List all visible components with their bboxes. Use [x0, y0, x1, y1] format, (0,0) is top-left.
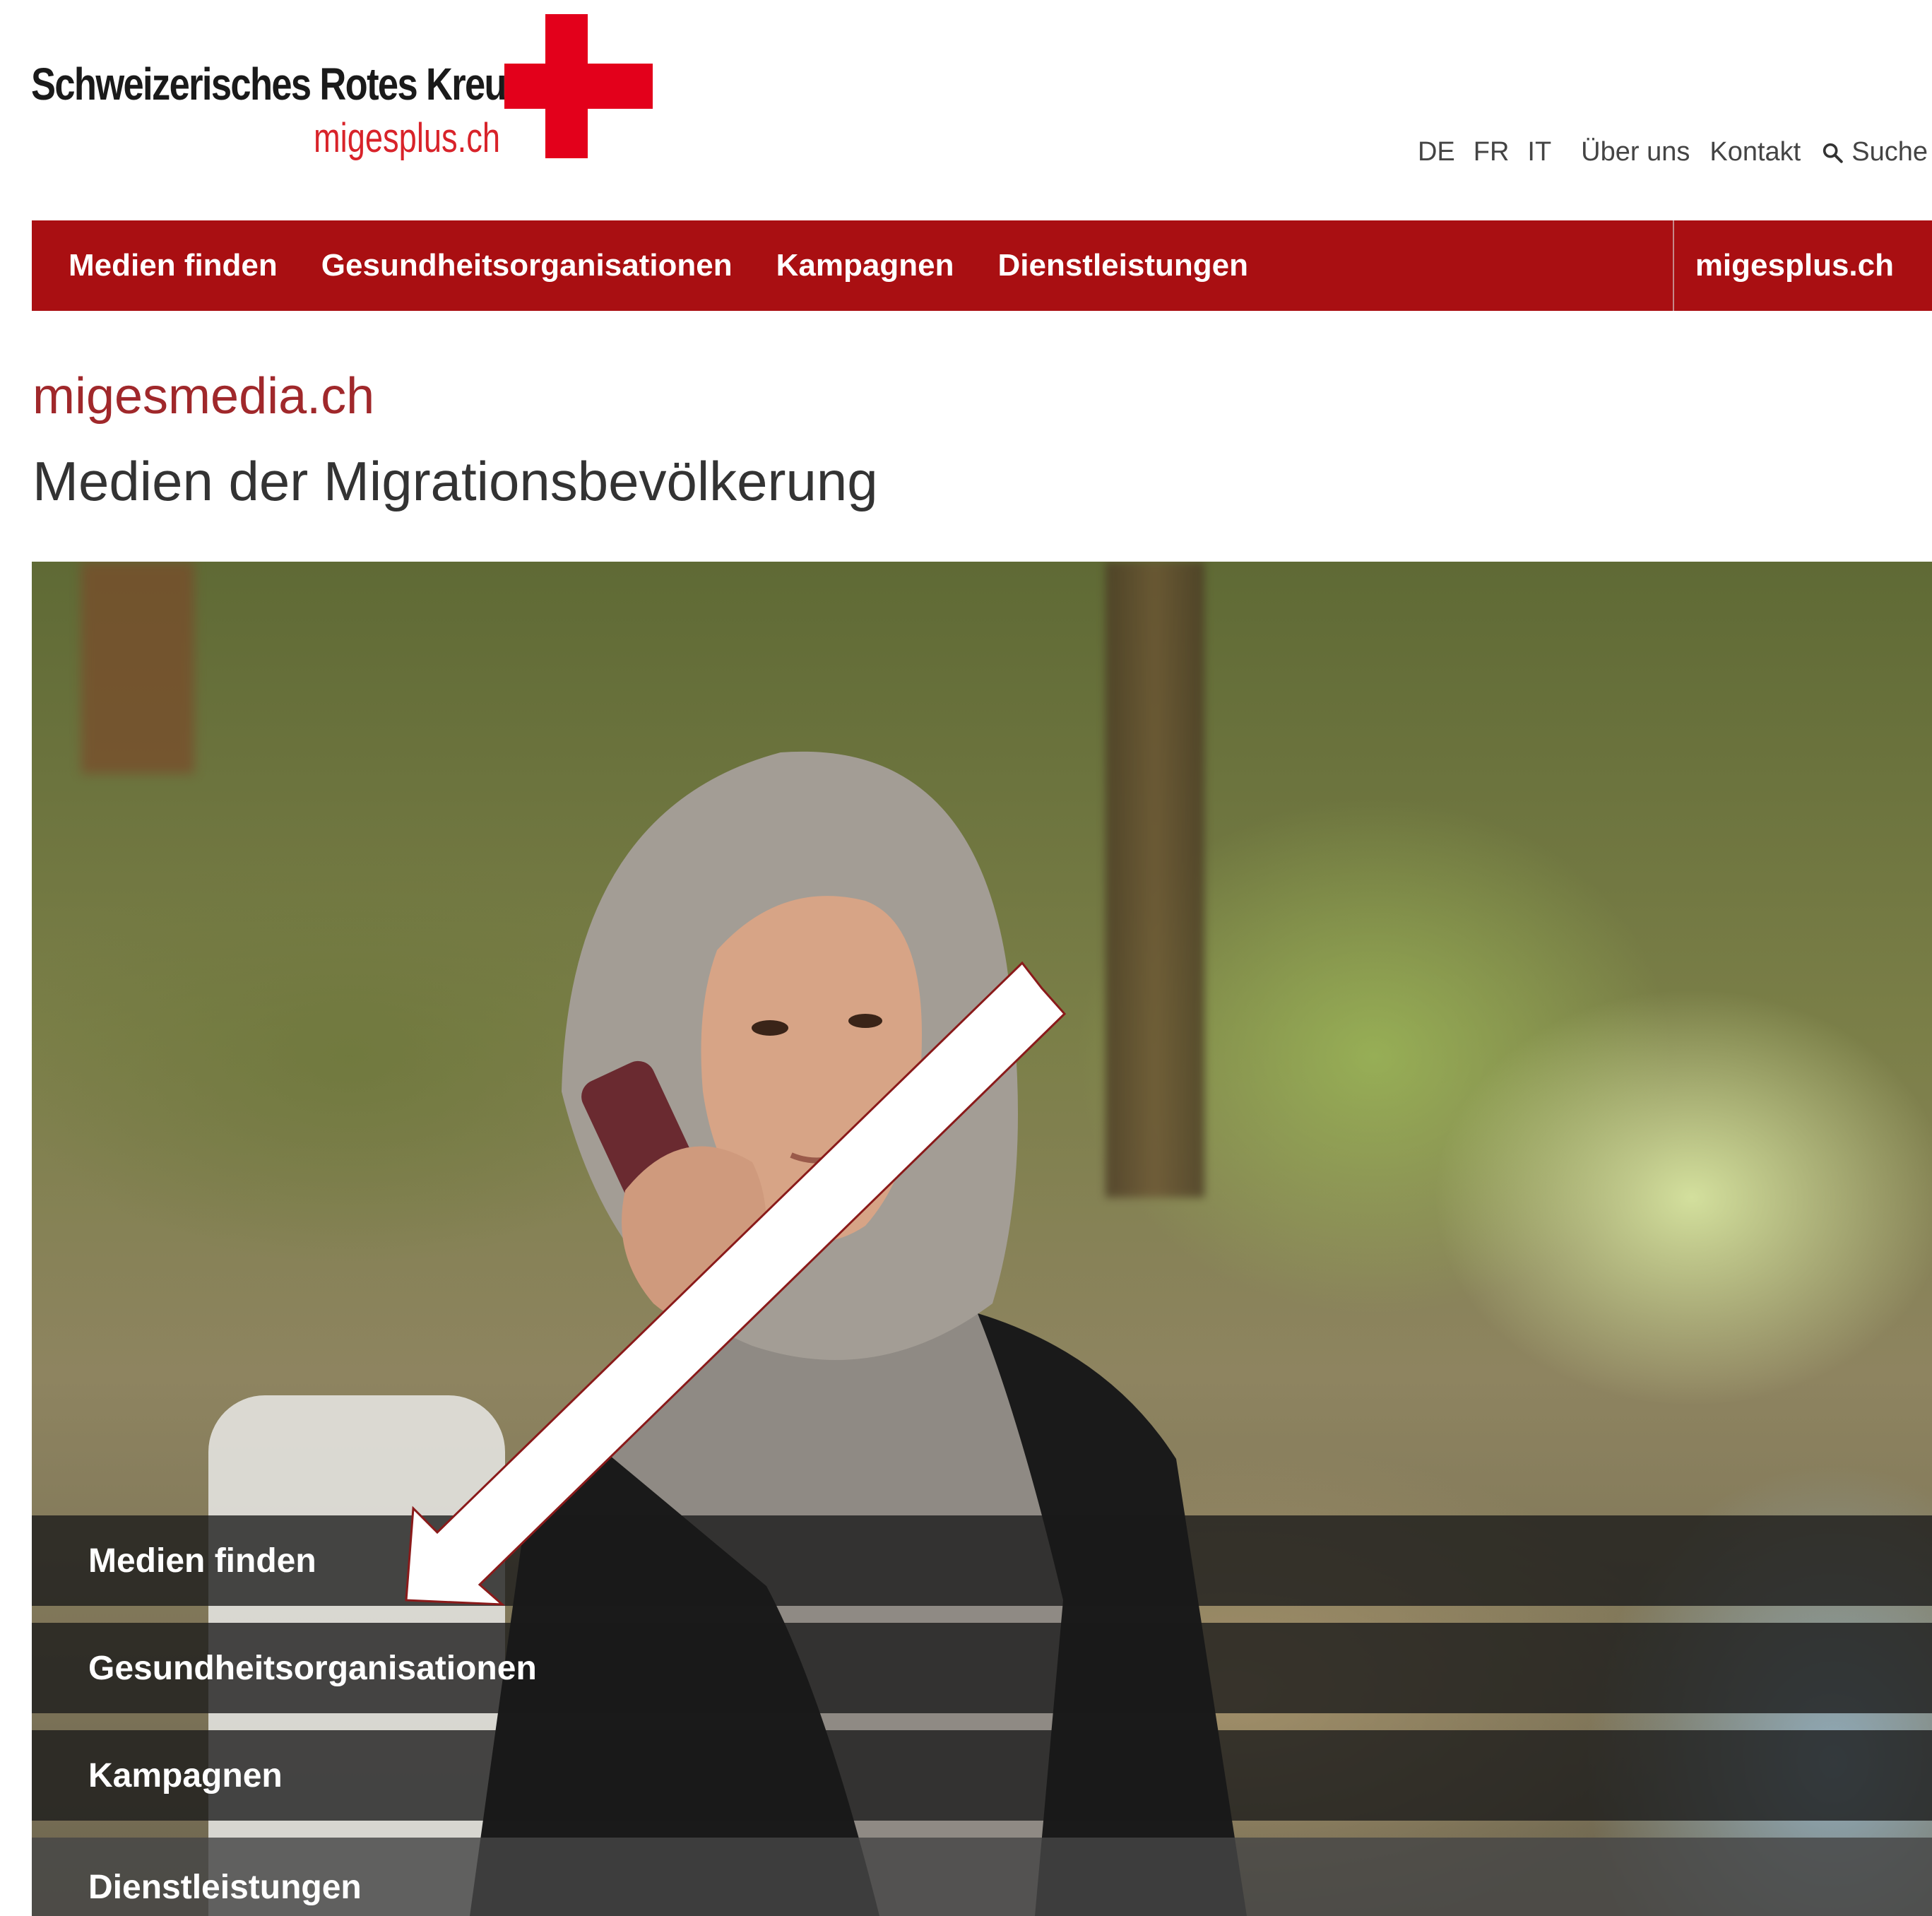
page-title: Medien der Migrationsbevölkerung: [32, 450, 878, 512]
red-cross-icon: [504, 14, 653, 158]
lang-fr[interactable]: FR: [1474, 137, 1510, 167]
lang-de[interactable]: DE: [1418, 137, 1455, 167]
logo-sub-name: migesplus.ch: [314, 115, 501, 161]
main-nav: Medien finden Gesundheitsorganisationen …: [32, 220, 1932, 311]
language-switcher: DE FR IT: [1418, 137, 1551, 167]
site-logo[interactable]: Schweizerisches Rotes Kreuz migesplus.ch: [31, 14, 653, 162]
hero-menu-dienstleistungen[interactable]: Dienstleistungen: [32, 1838, 1932, 1916]
hero-menu-gesundheitsorganisationen[interactable]: Gesundheitsorganisationen: [32, 1623, 1932, 1713]
nav-item-kampagnen[interactable]: Kampagnen: [776, 248, 954, 283]
nav-divider: [1672, 220, 1674, 311]
nav-item-medien-finden[interactable]: Medien finden: [69, 248, 278, 283]
about-link[interactable]: Über uns: [1581, 137, 1690, 167]
meta-nav: DE FR IT Über uns Kontakt Suche: [1418, 137, 1928, 167]
nav-brand-link[interactable]: migesplus.ch: [1674, 248, 1932, 283]
search-label: Suche: [1851, 137, 1928, 167]
lang-it[interactable]: IT: [1527, 137, 1551, 167]
hero-menu-medien-finden[interactable]: Medien finden: [32, 1515, 1932, 1606]
nav-item-gesundheitsorganisationen[interactable]: Gesundheitsorganisationen: [321, 248, 733, 283]
hero-menu-kampagnen[interactable]: Kampagnen: [32, 1730, 1932, 1821]
hero-menu: Medien finden Gesundheitsorganisationen …: [32, 1515, 1932, 1916]
logo-org-name: Schweizerisches Rotes Kreuz: [31, 59, 524, 110]
contact-link[interactable]: Kontakt: [1709, 137, 1801, 167]
search-button[interactable]: Suche: [1820, 137, 1928, 167]
hero-image: Medien finden Gesundheitsorganisationen …: [32, 562, 1932, 1916]
search-icon: [1823, 143, 1843, 163]
site-title: migesmedia.ch: [32, 368, 375, 425]
nav-item-dienstleistungen[interactable]: Dienstleistungen: [997, 248, 1248, 283]
